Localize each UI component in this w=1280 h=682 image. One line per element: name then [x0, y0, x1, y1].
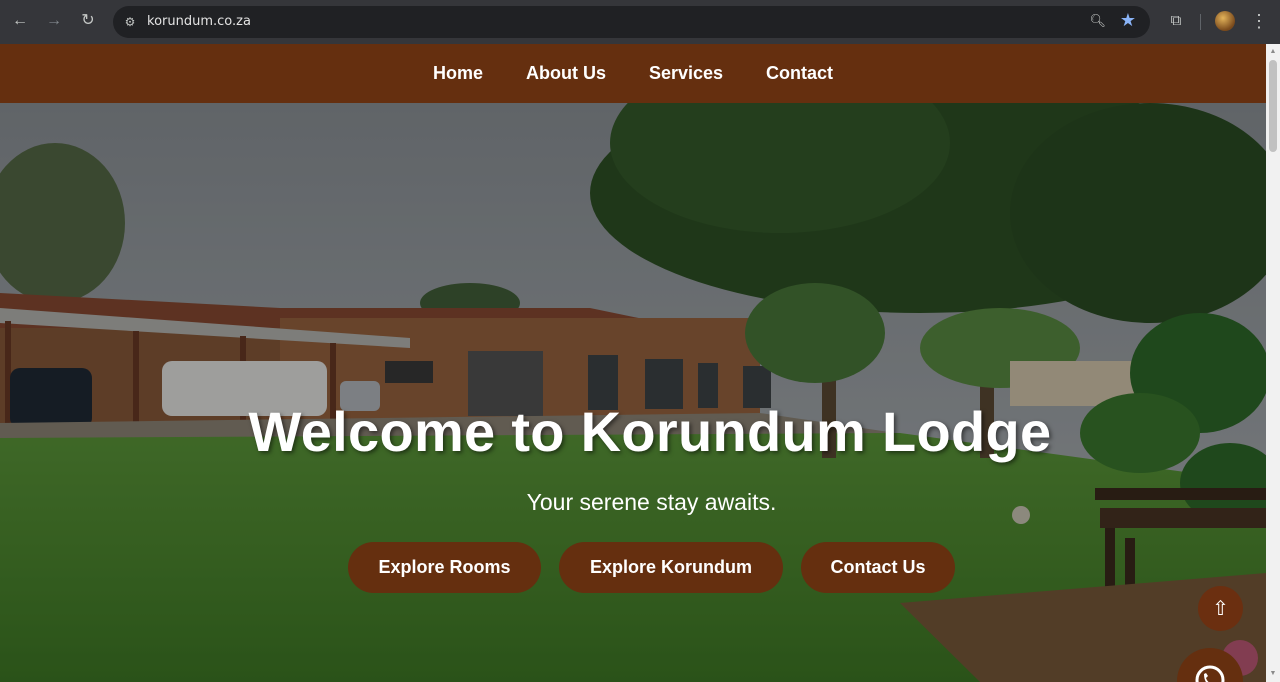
- hero-section: Welcome to Korundum Lodge Your serene st…: [0, 103, 1266, 682]
- nav-about-us[interactable]: About Us: [526, 63, 606, 84]
- hero-cta-group: Explore Rooms Explore Korundum Contact U…: [348, 542, 955, 593]
- hero-dark-overlay: [0, 103, 1266, 682]
- site-navbar: Home About Us Services Contact: [0, 44, 1266, 103]
- scrollbar-thumb[interactable]: [1269, 60, 1277, 152]
- explore-korundum-button[interactable]: Explore Korundum: [559, 542, 783, 593]
- scroll-down-arrow-icon[interactable]: ▼: [1269, 669, 1277, 679]
- explore-rooms-button[interactable]: Explore Rooms: [348, 542, 541, 593]
- page-viewport: Home About Us Services Contact Welcome t…: [0, 44, 1266, 682]
- scroll-to-top-button[interactable]: ⇧: [1198, 586, 1243, 631]
- scroll-up-arrow-icon[interactable]: ▲: [1269, 47, 1277, 57]
- arrow-up-icon: ⇧: [1212, 598, 1229, 620]
- whatsapp-icon: [1195, 665, 1225, 682]
- site-info-icon[interactable]: ⚙: [121, 13, 139, 31]
- hero-title: Welcome to Korundum Lodge: [248, 400, 1052, 463]
- profile-avatar[interactable]: [1215, 11, 1235, 31]
- zoom-icon[interactable]: 🔍︎: [1089, 13, 1106, 29]
- bookmark-star-icon[interactable]: ★: [1120, 10, 1136, 31]
- hero-tagline: Your serene stay awaits.: [526, 489, 777, 515]
- contact-us-button[interactable]: Contact Us: [801, 542, 955, 593]
- reload-icon[interactable]: ↻: [76, 9, 100, 33]
- nav-contact[interactable]: Contact: [766, 63, 833, 84]
- browser-toolbar: ← → ↻ ⚙ korundum.co.za 🔍︎ ★ ⧉ ⋮: [0, 0, 1280, 44]
- url-text[interactable]: korundum.co.za: [147, 14, 251, 29]
- browser-menu-icon[interactable]: ⋮: [1250, 9, 1268, 33]
- forward-icon[interactable]: →: [42, 9, 66, 33]
- toolbar-divider: [1200, 14, 1201, 30]
- extensions-icon[interactable]: ⧉: [1165, 10, 1187, 32]
- address-bar[interactable]: ⚙ korundum.co.za 🔍︎ ★: [113, 6, 1150, 38]
- back-icon[interactable]: ←: [8, 9, 32, 33]
- nav-home[interactable]: Home: [433, 63, 483, 84]
- page-scrollbar[interactable]: ▲ ▼: [1266, 44, 1280, 682]
- nav-services[interactable]: Services: [649, 63, 723, 84]
